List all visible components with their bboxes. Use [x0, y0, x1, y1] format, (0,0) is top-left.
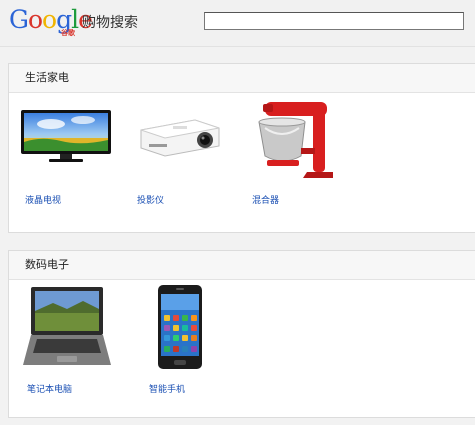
laptop-icon[interactable]: [23, 285, 111, 371]
product-item-mixer[interactable]: 混合器: [247, 100, 347, 228]
category-panel-digital-electronics: 数码电子 笔记本电脑 智能手机: [8, 250, 475, 418]
section-title: 生活家电: [9, 64, 475, 93]
product-link-lcd-tv[interactable]: 液晶电视: [25, 193, 61, 206]
product-link-laptop[interactable]: 笔记本电脑: [27, 382, 72, 395]
category-panel-home-appliances: 生活家电 液晶电视 投影仪 混合器: [8, 63, 475, 233]
top-header: Google 谷歌 购物搜索: [0, 0, 475, 47]
product-link-mixer[interactable]: 混合器: [252, 193, 279, 206]
product-link-projector[interactable]: 投影仪: [137, 193, 164, 206]
product-item-projector[interactable]: 投影仪: [133, 108, 233, 228]
lcd-tv-icon[interactable]: [21, 108, 113, 164]
google-logo[interactable]: Google: [9, 5, 93, 35]
smartphone-icon[interactable]: [156, 285, 204, 371]
product-link-smartphone[interactable]: 智能手机: [149, 382, 185, 395]
logo-subtitle: 谷歌: [61, 29, 75, 37]
section-title: 数码电子: [9, 251, 475, 280]
product-item-lcd-tv[interactable]: 液晶电视: [21, 108, 121, 228]
service-title: 购物搜索: [82, 15, 138, 31]
product-item-laptop[interactable]: 笔记本电脑: [23, 285, 123, 405]
projector-icon[interactable]: [135, 116, 221, 160]
search-input[interactable]: [204, 12, 464, 30]
stand-mixer-icon[interactable]: [247, 100, 337, 180]
product-item-smartphone[interactable]: 智能手机: [141, 285, 241, 405]
